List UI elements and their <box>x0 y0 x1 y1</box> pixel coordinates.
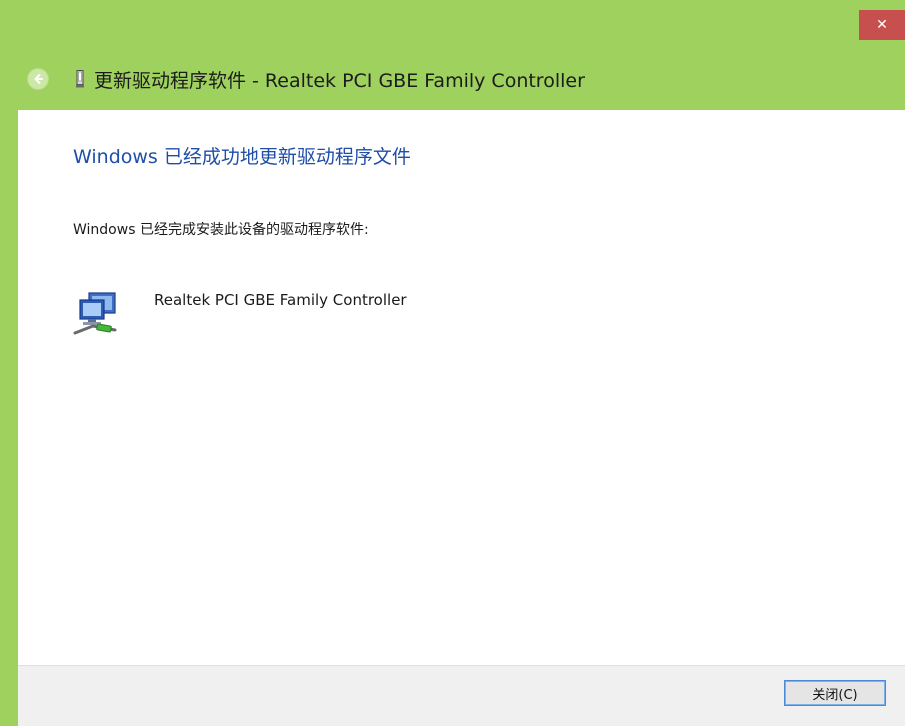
completion-description: Windows 已经完成安装此设备的驱动程序软件: <box>73 222 369 238</box>
content-panel: Windows 已经成功地更新驱动程序文件 Windows 已经完成安装此设备的… <box>18 110 905 665</box>
close-icon: ✕ <box>876 17 888 33</box>
dialog-window: ✕ 更新驱动程序软件 - Realtek PCI GBE Family Cont… <box>0 0 905 726</box>
usb-device-icon <box>76 70 84 88</box>
back-arrow-icon <box>34 74 43 84</box>
close-button[interactable]: 关闭(C) <box>784 680 886 706</box>
success-heading: Windows 已经成功地更新驱动程序文件 <box>73 146 411 168</box>
network-adapter-icon <box>73 292 117 335</box>
window-title: 更新驱动程序软件 - Realtek PCI GBE Family Contro… <box>94 70 585 92</box>
back-button[interactable] <box>27 68 49 90</box>
title-row: 更新驱动程序软件 - Realtek PCI GBE Family Contro… <box>0 56 905 104</box>
dialog-footer: 关闭(C) <box>18 665 905 726</box>
device-name: Realtek PCI GBE Family Controller <box>154 291 407 309</box>
window-close-button[interactable]: ✕ <box>859 10 905 40</box>
